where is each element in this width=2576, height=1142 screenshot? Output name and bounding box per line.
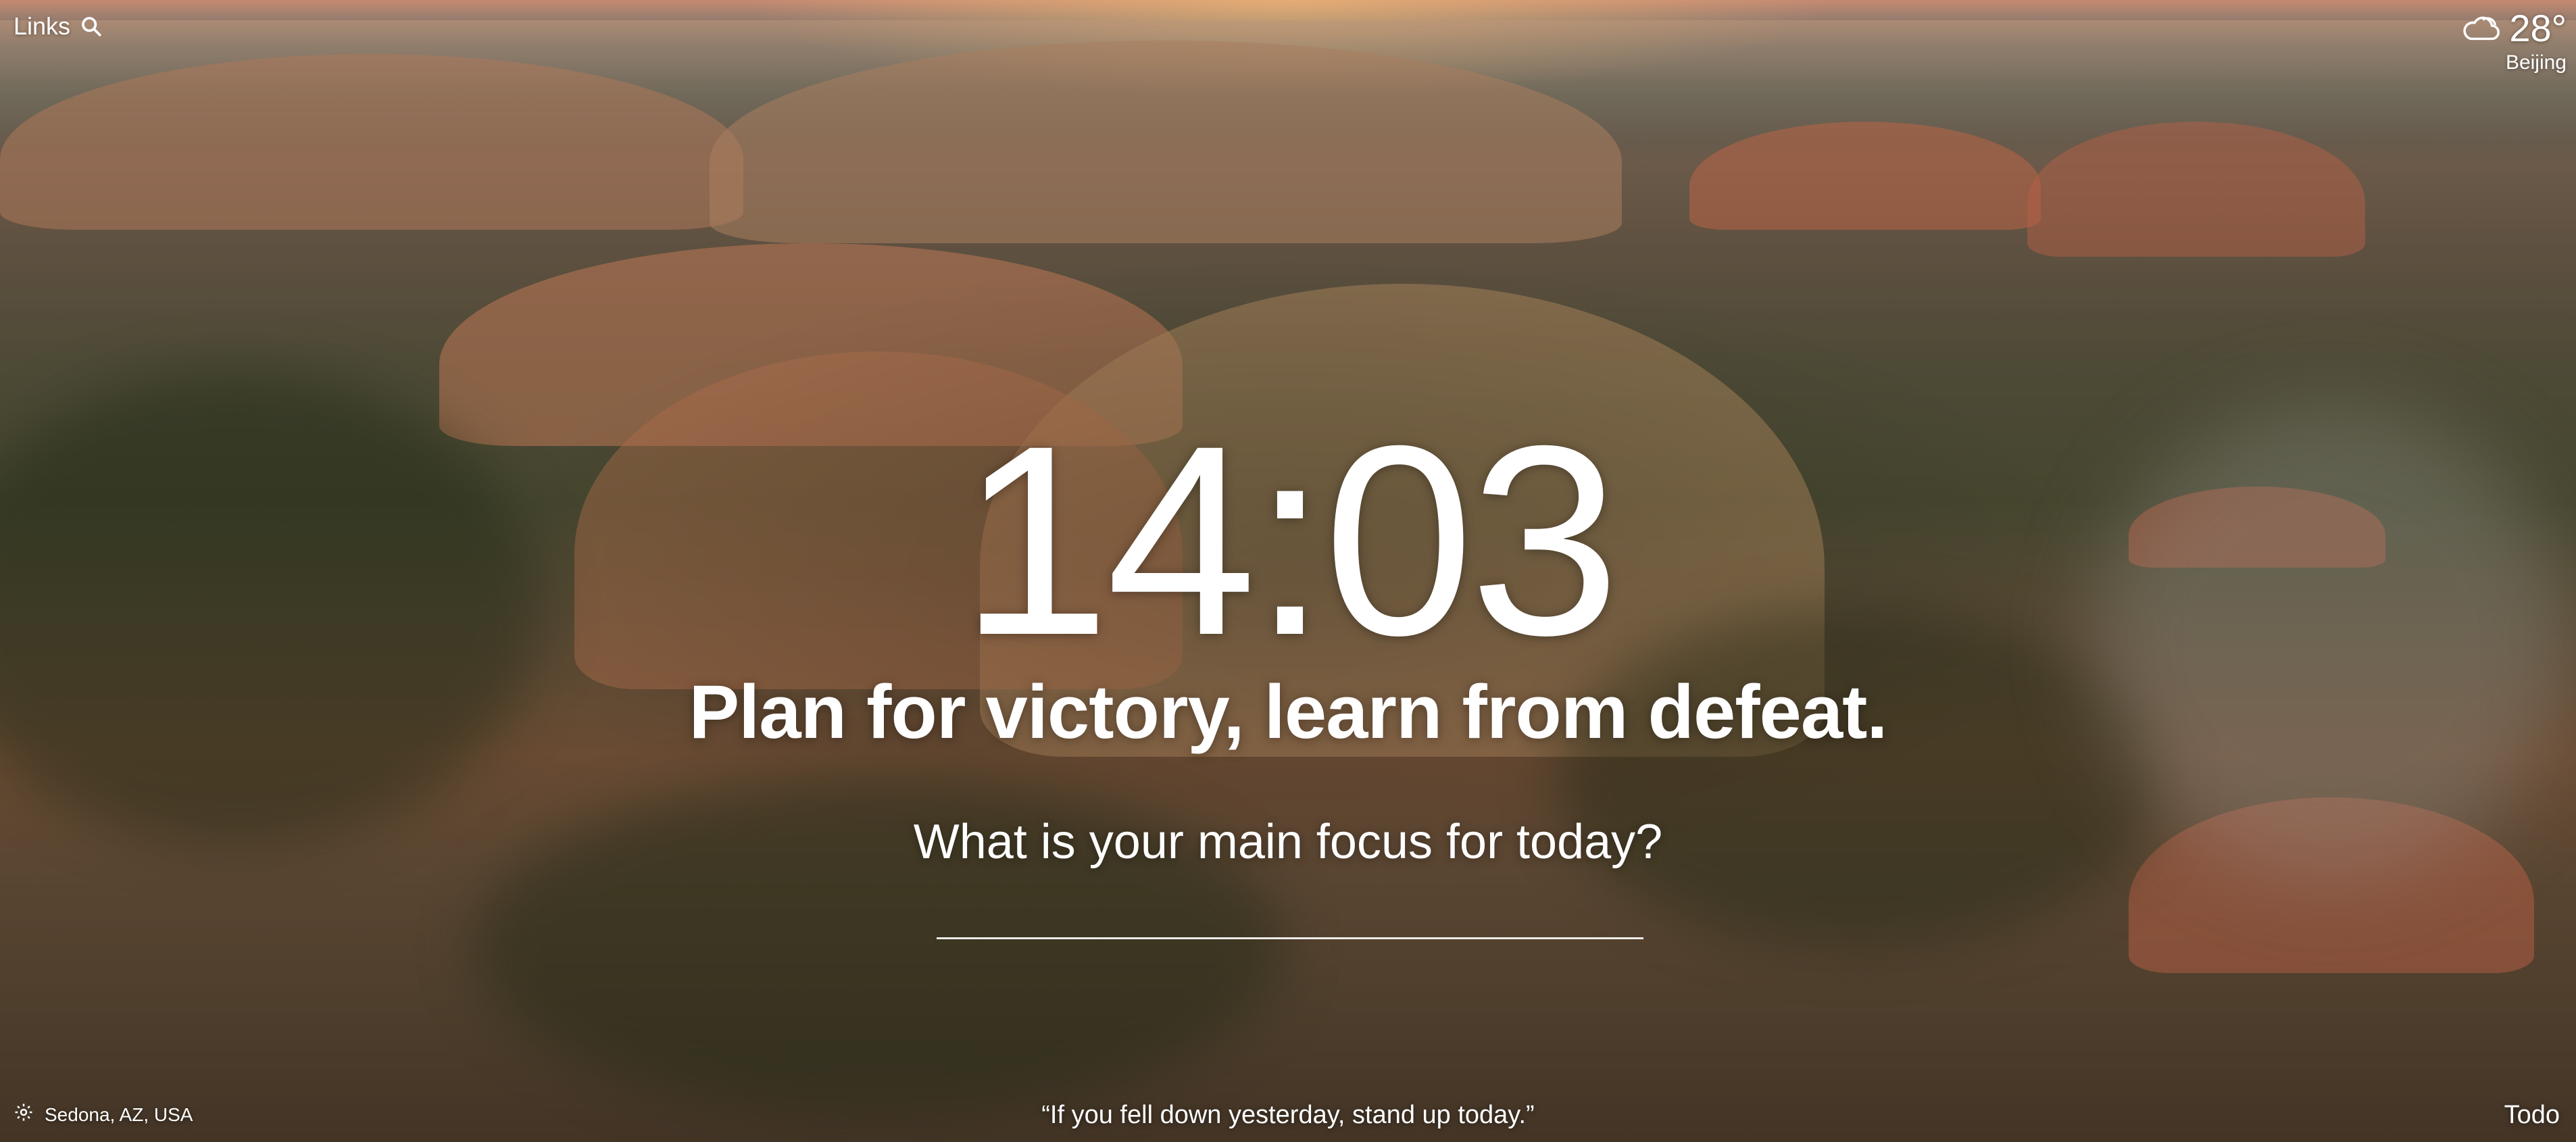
cloud-icon <box>2460 12 2502 45</box>
clock-time: 14:03 <box>960 389 1620 691</box>
links-button[interactable]: Links <box>14 12 103 41</box>
weather-location: Beijing <box>2505 51 2567 74</box>
daily-quote: “If you fell down yesterday, stand up to… <box>1041 1101 1535 1129</box>
weather-widget[interactable]: 28° Beijing <box>2460 9 2567 74</box>
focus-question: What is your main focus for today? <box>913 815 1663 869</box>
temperature: 28° <box>2509 7 2567 49</box>
search-icon[interactable] <box>80 15 103 38</box>
center-block: 14:03 Plan for victory, learn from defea… <box>0 389 2576 754</box>
todo-button[interactable]: Todo <box>2504 1101 2560 1130</box>
focus-input[interactable] <box>937 878 1643 939</box>
mantra: Plan for victory, learn from defeat. <box>689 670 1887 754</box>
links-label: Links <box>14 12 71 40</box>
